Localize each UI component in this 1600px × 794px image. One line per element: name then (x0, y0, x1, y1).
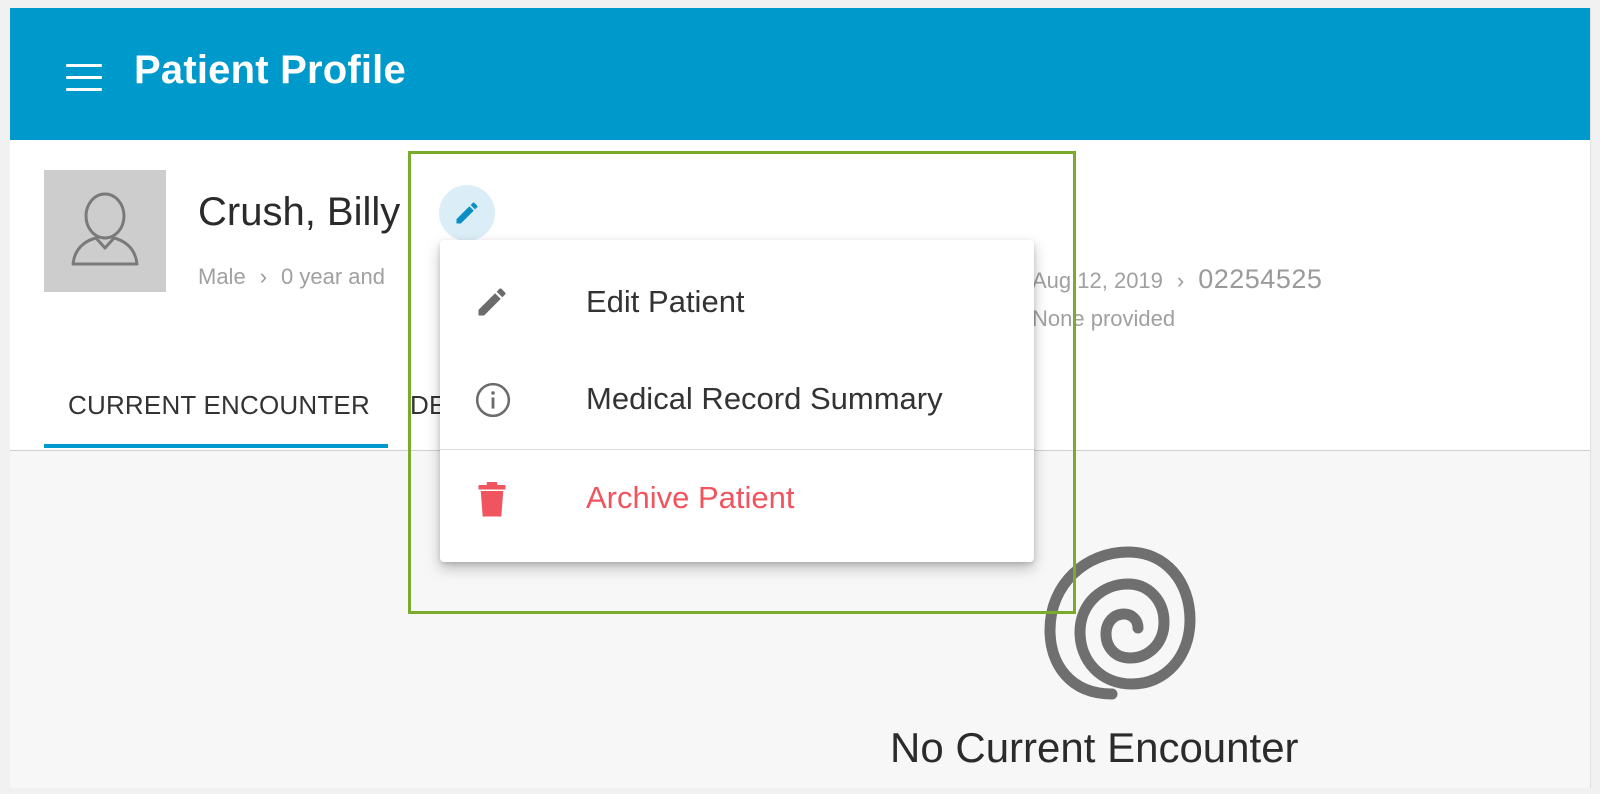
edit-patient-button[interactable] (439, 185, 495, 241)
patient-secondary-info: None provided (1032, 306, 1176, 331)
menu-item-label: Archive Patient (586, 480, 795, 515)
menu-item-archive-patient[interactable]: Archive Patient (440, 450, 1034, 546)
trash-icon (478, 482, 506, 517)
menu-item-edit-patient[interactable]: Edit Patient (440, 254, 1034, 350)
empty-state-message: No Current Encounter (890, 724, 1299, 771)
patient-actions-menu: Edit Patient Medical Record Summary Arch… (440, 240, 1034, 562)
hamburger-menu-icon[interactable] (66, 64, 102, 92)
active-tab-indicator (44, 444, 388, 448)
chevron-right-icon: › (259, 264, 268, 289)
patient-demographics: Male › 0 year and (198, 264, 385, 290)
patient-age: 0 year and (281, 264, 385, 289)
menu-item-medical-record-summary[interactable]: Medical Record Summary (440, 351, 1034, 447)
patient-identifiers: Aug 12, 2019 › 02254525 (1032, 264, 1322, 295)
avatar (44, 170, 166, 292)
patient-name: Crush, Billy (198, 190, 401, 234)
menu-item-label: Medical Record Summary (586, 381, 943, 416)
info-circle-icon (475, 382, 511, 418)
patient-dob: Aug 12, 2019 (1032, 268, 1163, 293)
pencil-icon (478, 288, 506, 316)
page-title: Patient Profile (134, 48, 406, 92)
chevron-right-icon: › (1176, 268, 1185, 293)
patient-sex: Male (198, 264, 246, 289)
spiral-logo-icon (1044, 546, 1196, 700)
app-window: Patient Profile Crush, Billy Male › 0 year… (10, 8, 1591, 788)
user-silhouette-icon (71, 192, 139, 266)
menu-item-label: Edit Patient (586, 284, 745, 319)
tab-current-encounter[interactable]: CURRENT ENCOUNTER (68, 390, 370, 421)
pencil-icon (456, 202, 478, 224)
app-bar: Patient Profile (10, 8, 1590, 140)
patient-mrn: 02254525 (1198, 264, 1323, 294)
